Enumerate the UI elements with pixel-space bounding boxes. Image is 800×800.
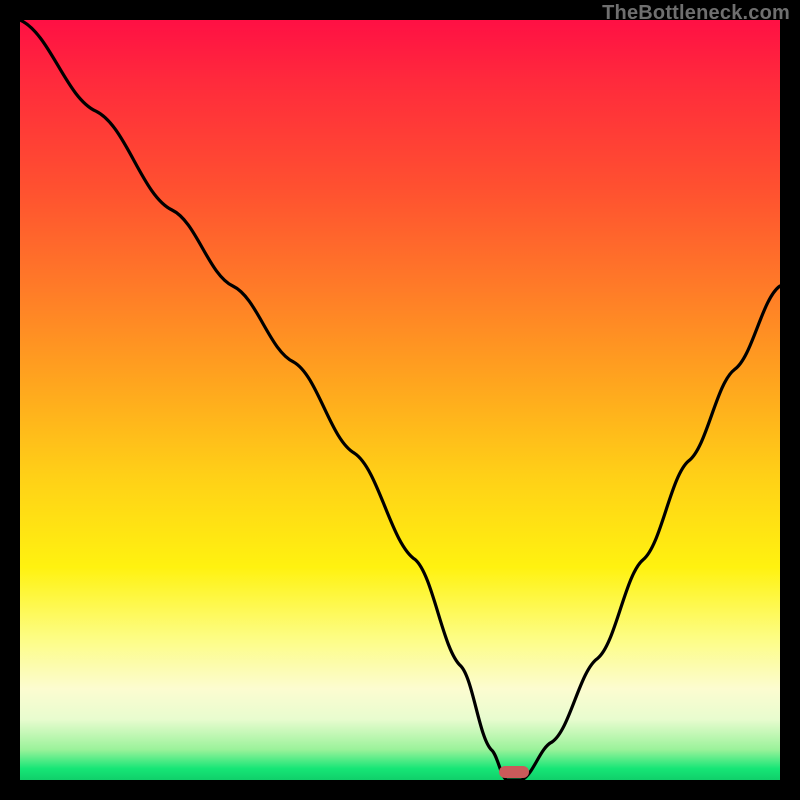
bottleneck-curve — [20, 20, 780, 780]
best-match-marker — [499, 766, 529, 778]
chart-frame: TheBottleneck.com — [0, 0, 800, 800]
plot-area — [20, 20, 780, 780]
